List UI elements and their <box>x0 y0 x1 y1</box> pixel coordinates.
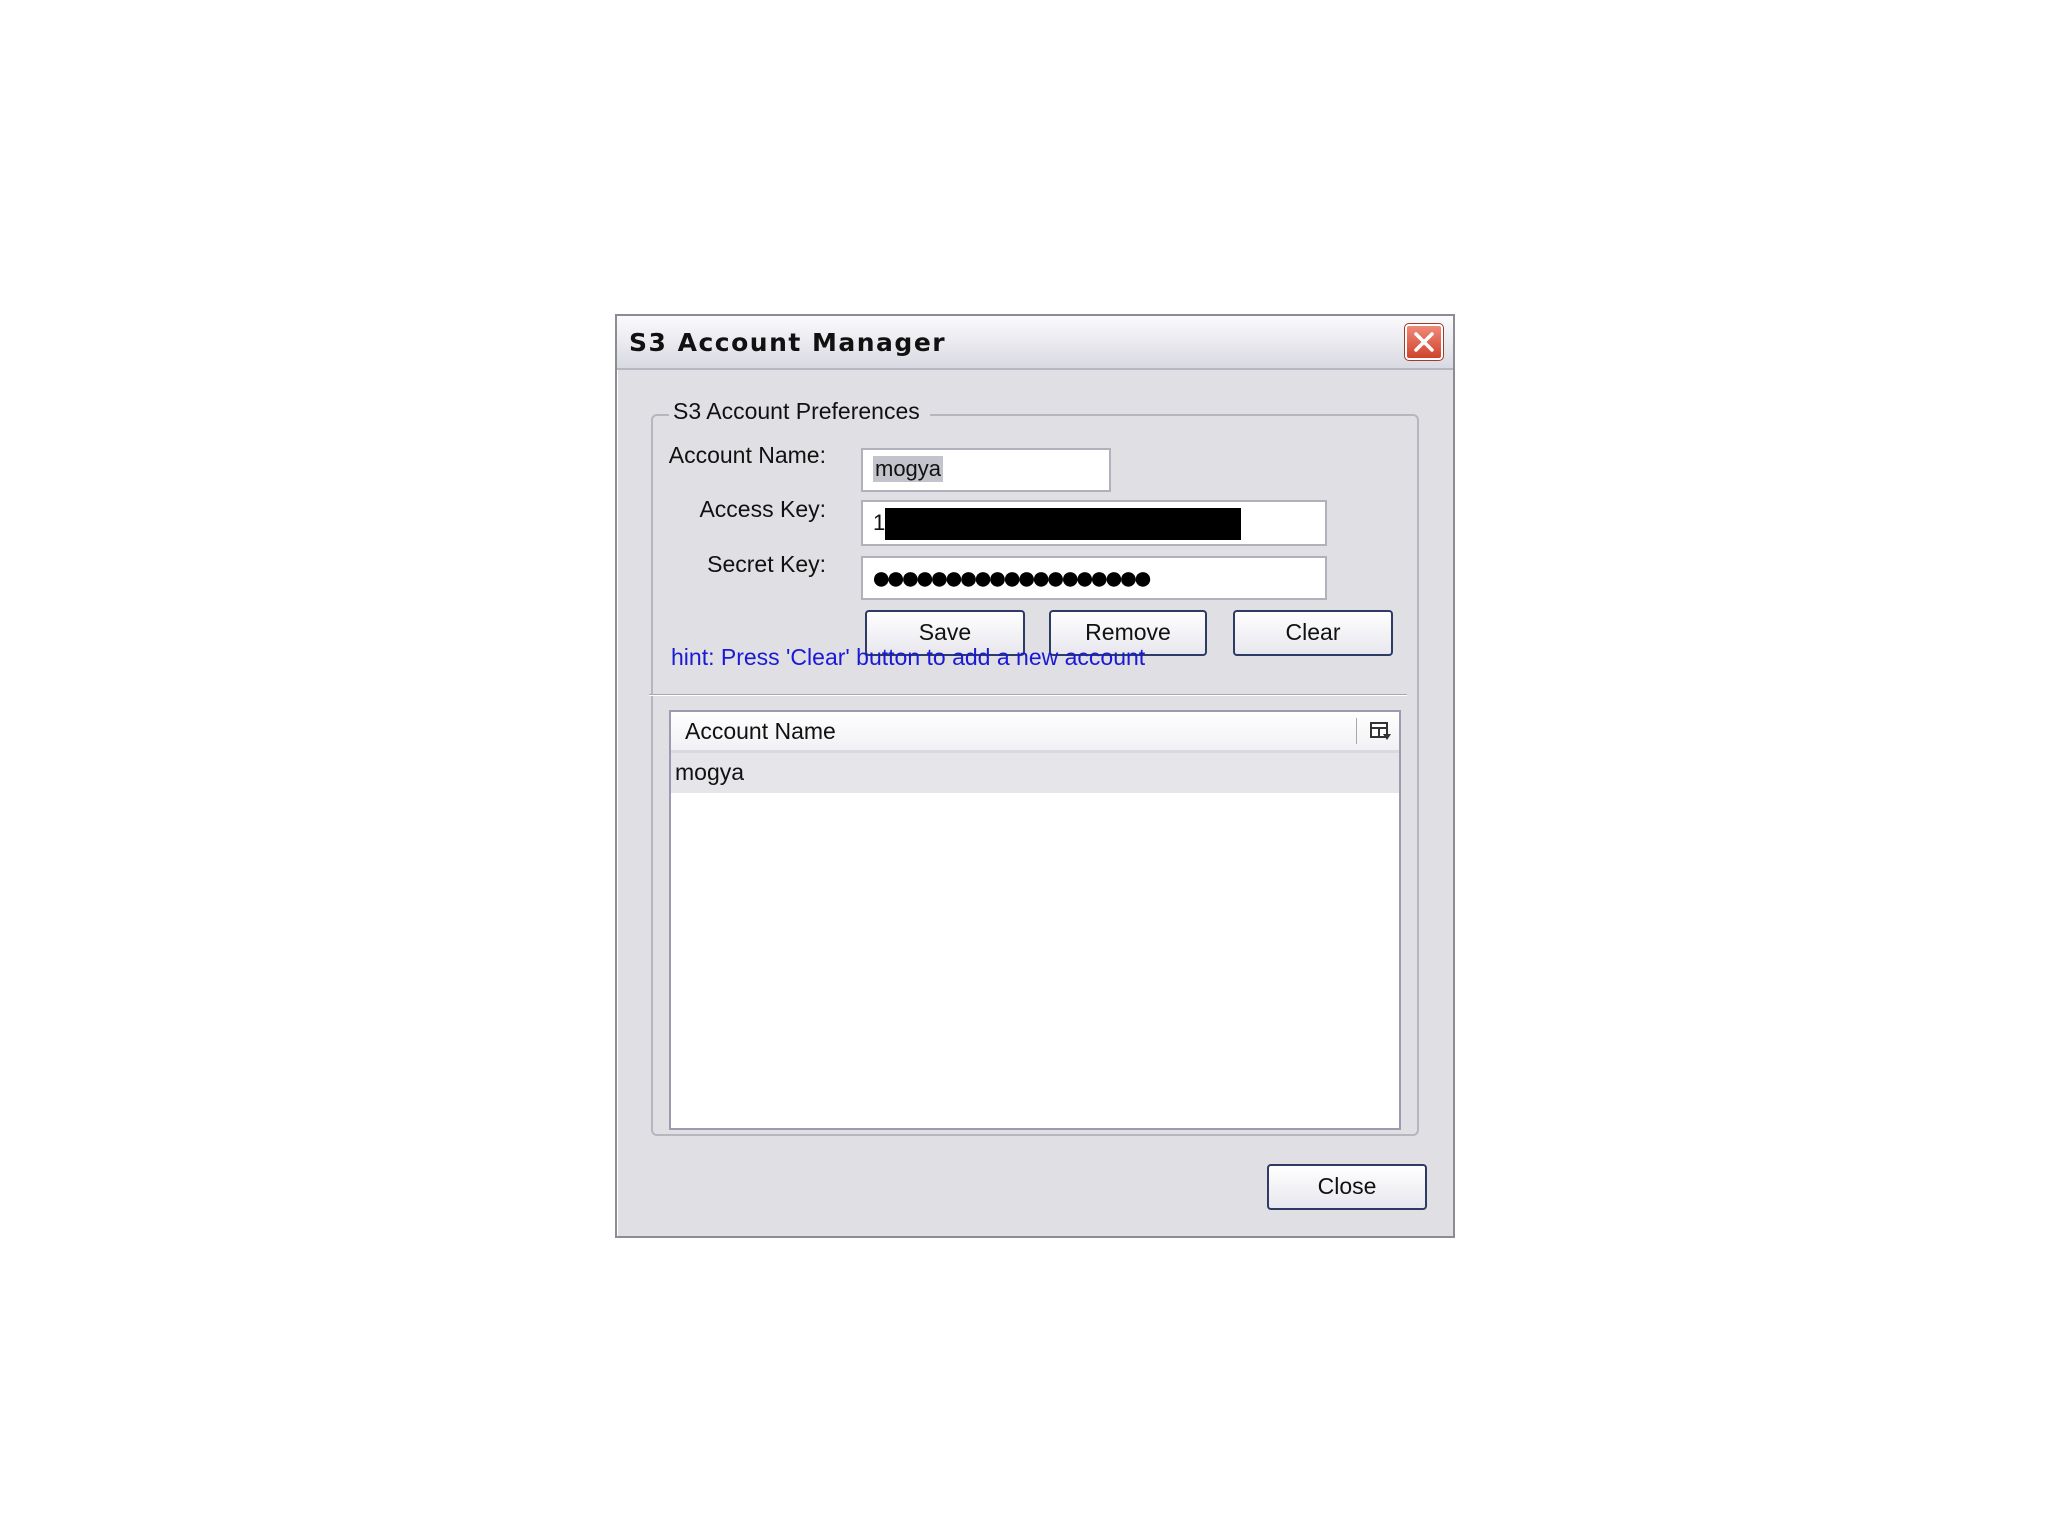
access-key-field[interactable]: 1 <box>861 500 1327 546</box>
window-close-button[interactable] <box>1404 323 1444 361</box>
window-title: S3 Account Manager <box>629 328 947 357</box>
secret-key-field[interactable]: ●●●●●●●●●●●●●●●●●●● <box>861 556 1327 600</box>
column-chooser-icon[interactable] <box>1369 720 1393 742</box>
account-name-value: mogya <box>873 456 944 482</box>
table-header: Account Name <box>671 712 1399 753</box>
group-title: S3 Account Preferences <box>669 398 930 425</box>
access-key-value: 1 <box>873 510 886 535</box>
column-divider[interactable] <box>1356 718 1357 744</box>
hint-text: hint: Press 'Clear' button to add a new … <box>671 644 1146 670</box>
account-name-label: Account Name: <box>668 442 826 468</box>
close-button[interactable]: Close <box>1267 1164 1427 1210</box>
secret-key-label: Secret Key: <box>707 551 826 577</box>
accounts-table: Account Name mogya <box>669 710 1401 1130</box>
account-name-field[interactable]: mogya <box>861 448 1111 492</box>
clear-button[interactable]: Clear <box>1233 610 1393 656</box>
table-row[interactable]: mogya <box>671 753 1399 793</box>
table-cell-account-name: mogya <box>675 759 745 785</box>
separator <box>649 694 1407 696</box>
access-key-label: Access Key: <box>699 496 826 522</box>
s3-account-manager-dialog: S3 Account Manager S3 Account Preference… <box>615 314 1455 1238</box>
secret-key-masked: ●●●●●●●●●●●●●●●●●●● <box>871 559 1153 597</box>
title-bar[interactable]: S3 Account Manager <box>617 316 1453 370</box>
close-icon <box>1414 332 1434 352</box>
redaction-bar <box>885 508 1241 540</box>
column-header-account-name[interactable]: Account Name <box>685 718 836 745</box>
